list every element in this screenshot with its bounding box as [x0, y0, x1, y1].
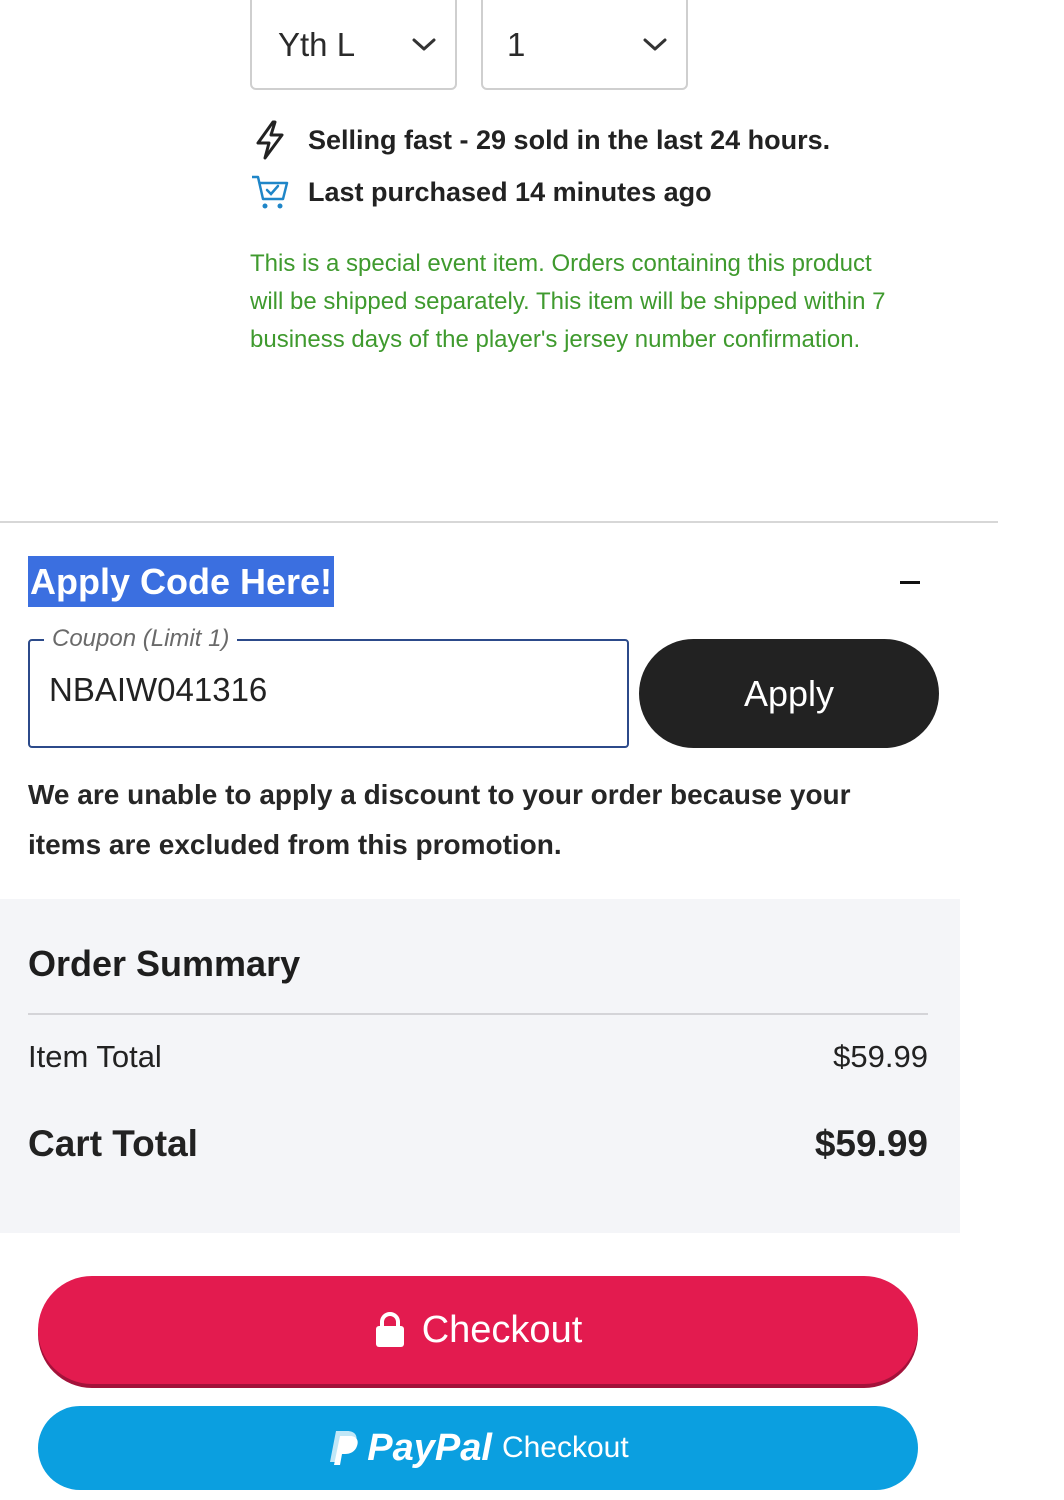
- quantity-select[interactable]: 1: [481, 0, 688, 90]
- paypal-checkout-button[interactable]: PayPal Checkout: [38, 1406, 918, 1490]
- selling-fast-notice: Selling fast - 29 sold in the last 24 ho…: [250, 120, 830, 160]
- cart-page: Yth L 1 Selling fast - 29 sold in the la…: [0, 0, 1064, 1500]
- coupon-field: Coupon (Limit 1): [28, 625, 629, 748]
- item-total-row: Item Total $59.99: [28, 1039, 928, 1075]
- quantity-select-value: 1: [507, 26, 526, 63]
- coupon-field-label: Coupon (Limit 1): [44, 625, 238, 653]
- size-select-value: Yth L: [278, 26, 356, 63]
- apply-code-heading[interactable]: Apply Code Here!: [28, 556, 335, 607]
- lightning-icon: [250, 120, 290, 160]
- lock-icon: [374, 1311, 406, 1349]
- paypal-checkout-label: Checkout: [501, 1431, 629, 1464]
- size-select[interactable]: Yth L: [250, 0, 457, 90]
- paypal-logo-icon: [327, 1429, 361, 1467]
- selling-fast-text: Selling fast - 29 sold in the last 24 ho…: [308, 124, 831, 155]
- checkout-button[interactable]: Checkout: [38, 1276, 918, 1384]
- order-summary-title: Order Summary: [28, 943, 301, 984]
- item-total-label: Item Total: [28, 1039, 162, 1074]
- order-summary: Order Summary Item Total $59.99 Cart Tot…: [0, 899, 960, 1233]
- summary-divider: [28, 1013, 928, 1015]
- item-total-value: $59.99: [833, 1039, 928, 1074]
- apply-coupon-button[interactable]: Apply: [639, 639, 939, 748]
- cart-icon: [250, 172, 290, 212]
- paypal-brand: PayPal: [367, 1426, 492, 1469]
- cart-total-label: Cart Total: [28, 1123, 198, 1164]
- cart-total-row: Cart Total $59.99: [28, 1123, 928, 1165]
- special-event-notice: This is a special event item. Orders con…: [250, 250, 886, 353]
- last-purchased-notice: Last purchased 14 minutes ago: [250, 172, 712, 212]
- chevron-down-icon: [411, 37, 437, 53]
- coupon-input[interactable]: [49, 671, 609, 709]
- checkout-label: Checkout: [421, 1308, 583, 1351]
- section-divider: [0, 521, 998, 523]
- last-purchased-text: Last purchased 14 minutes ago: [308, 176, 712, 207]
- minus-icon: [900, 580, 920, 584]
- collapse-coupon-button[interactable]: [895, 560, 925, 604]
- cart-total-value: $59.99: [814, 1123, 928, 1164]
- coupon-error-message: We are unable to apply a discount to you…: [28, 779, 851, 860]
- chevron-down-icon: [642, 37, 668, 53]
- variant-selects: Yth L 1: [250, 0, 688, 90]
